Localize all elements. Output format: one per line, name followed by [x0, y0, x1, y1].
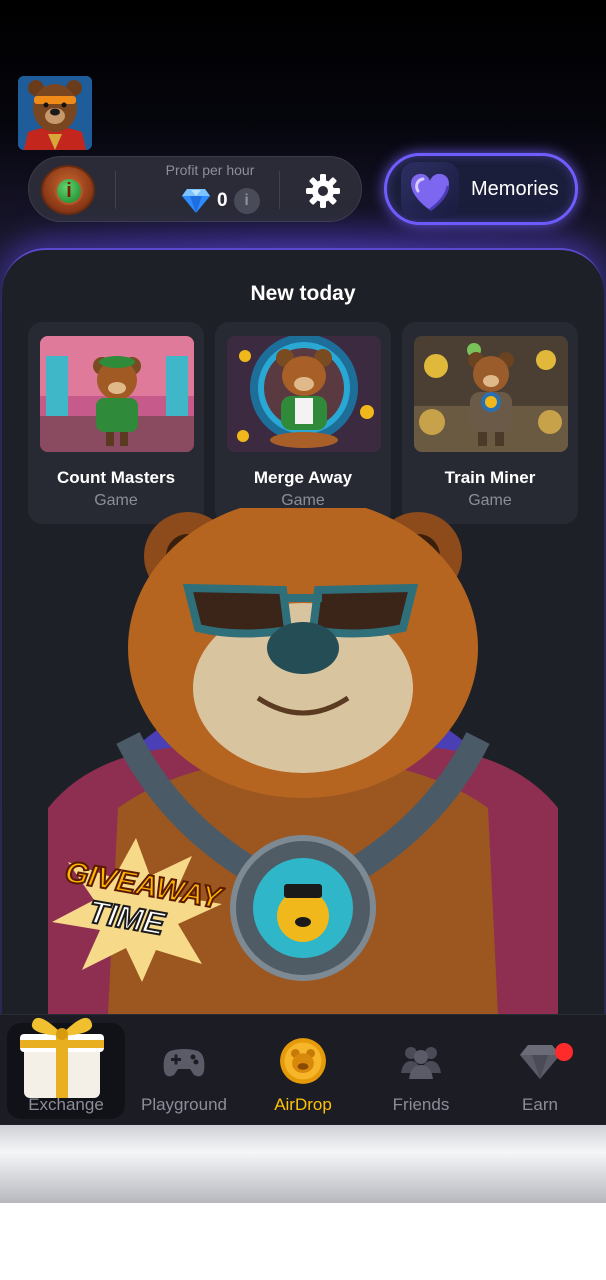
info-icon: i [55, 177, 83, 205]
notification-dot [555, 1043, 573, 1061]
nav-label: AirDrop [274, 1095, 332, 1114]
nav-item-playground[interactable]: Playground [125, 1023, 243, 1119]
heart-icon [401, 162, 459, 218]
game-thumbnail [227, 336, 381, 452]
nav-item-earn[interactable]: Earn [481, 1023, 599, 1119]
diamond-icon [182, 189, 210, 213]
game-card-train-miner[interactable]: Train Miner Game [402, 322, 578, 524]
memories-label: Memories [471, 178, 559, 200]
game-title: Merge Away [253, 468, 353, 487]
nav-label: Friends [392, 1095, 450, 1114]
memories-button[interactable]: Memories [384, 153, 578, 225]
giveaway-badge[interactable]: GIVEAWAY TIME [46, 834, 228, 984]
profit-info-icon[interactable]: i [233, 188, 260, 214]
gift-icon[interactable] [16, 1012, 106, 1100]
game-title: Train Miner [444, 468, 536, 487]
profit-per-hour-label: Profit per hour [165, 162, 255, 178]
divider [115, 171, 116, 209]
footer-strip [0, 1125, 606, 1203]
game-thumbnail [414, 336, 568, 452]
friends-icon [401, 1047, 441, 1079]
avatar[interactable] [18, 76, 92, 150]
profit-per-hour-value: 0 [217, 190, 228, 211]
gamepad-icon [163, 1049, 205, 1077]
nav-item-airdrop[interactable]: AirDrop [244, 1023, 362, 1119]
nav-label: Earn [522, 1095, 558, 1114]
app-screen: i Profit per hour 0 i Memories New today… [0, 0, 606, 1125]
info-button[interactable]: i [41, 165, 95, 215]
gear-icon[interactable] [305, 173, 341, 209]
section-title: New today [250, 282, 356, 305]
game-title: Count Masters [56, 468, 176, 487]
bear-avatar-icon [18, 76, 92, 150]
divider [279, 171, 280, 209]
nav-item-friends[interactable]: Friends [362, 1023, 480, 1119]
game-thumbnail [40, 336, 194, 452]
game-card-count-masters[interactable]: Count Masters Game [28, 322, 204, 524]
nav-label: Playground [140, 1095, 227, 1114]
stats-bar: i Profit per hour 0 i [28, 156, 362, 222]
profit-row: 0 i [181, 187, 260, 215]
game-card-merge-away[interactable]: Merge Away Game [215, 322, 391, 524]
coin-icon [280, 1038, 326, 1084]
